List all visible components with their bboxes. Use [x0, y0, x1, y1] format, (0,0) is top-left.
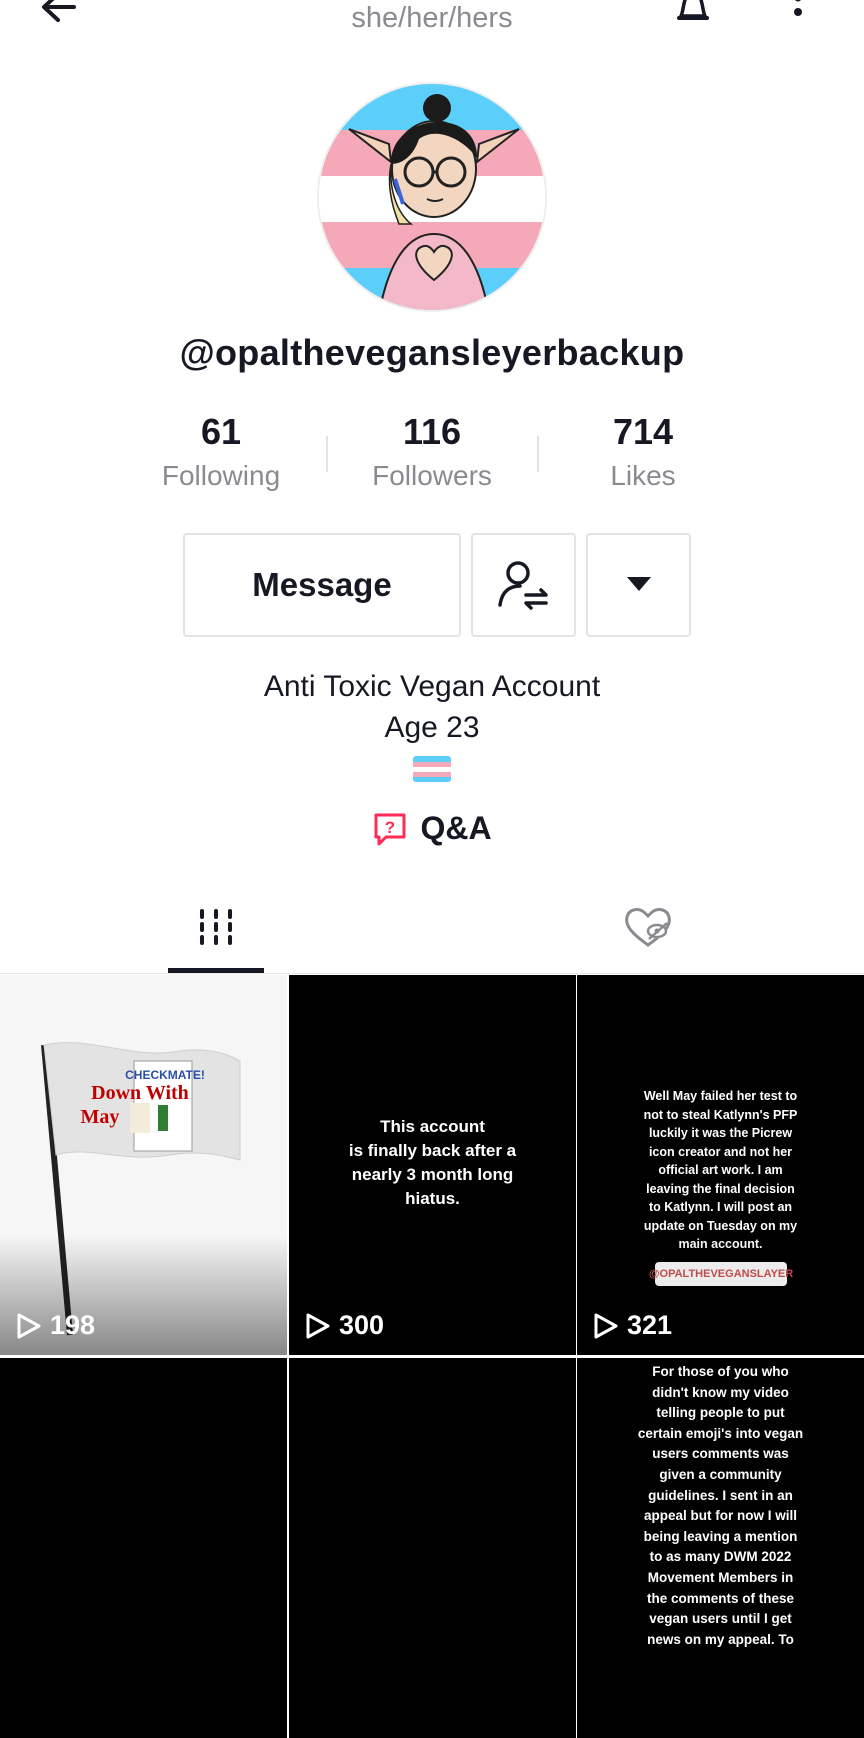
bio-line: Age 23 — [384, 711, 480, 744]
video-thumbnail[interactable]: Well May failed her test to not to steal… — [577, 975, 864, 1355]
flag-word-may: May — [81, 1106, 120, 1128]
username: @opalthevegansleyerbackup — [179, 332, 685, 373]
mention-tag: @OPALTHEVEGANSLAYER — [649, 1262, 793, 1286]
video-caption: For those of you who didn't know my vide… — [637, 1364, 804, 1647]
followers-label: Followers — [372, 460, 492, 491]
following-label: Following — [161, 460, 281, 491]
top-bar: she/her/hers — [0, 0, 864, 50]
flag-word-down-with: Down With — [91, 1082, 189, 1104]
bio-line: Anti Toxic Vegan Account — [263, 670, 601, 703]
stat-followers[interactable]: 116 Followers — [332, 410, 532, 492]
stat-divider — [537, 436, 539, 472]
view-count: 198 — [16, 1310, 95, 1341]
avatar-illustration — [319, 84, 545, 310]
video-thumbnail[interactable] — [289, 1358, 576, 1738]
likes-label: Likes — [610, 460, 676, 491]
view-count-value: 198 — [50, 1310, 96, 1340]
grid-icon — [200, 909, 232, 945]
view-count-value: 300 — [339, 1310, 385, 1340]
following-count: 61 — [200, 411, 242, 452]
qa-label: Q&A — [420, 810, 492, 846]
play-icon — [594, 1313, 618, 1338]
video-thumbnail[interactable] — [0, 1358, 287, 1738]
video-caption: This account is finally back after a nea… — [348, 1117, 517, 1208]
video-caption: Well May failed her test to not to steal… — [643, 1089, 798, 1251]
play-icon — [17, 1313, 41, 1338]
stat-following[interactable]: 61 Following — [121, 410, 321, 492]
video-thumbnail[interactable]: CHECKMATE! Down With May 198 — [0, 975, 287, 1355]
bell-icon[interactable] — [673, 0, 713, 28]
profile-tabs — [0, 880, 864, 974]
active-tab-indicator — [168, 968, 264, 973]
transgender-flag-icon — [413, 756, 451, 782]
pronouns: she/her/hers — [351, 2, 513, 34]
question-bubble-icon: ? — [374, 813, 406, 845]
stat-likes[interactable]: 714 Likes — [543, 410, 743, 492]
video-thumbnail[interactable]: For those of you who didn't know my vide… — [577, 1358, 864, 1738]
followers-count: 116 — [402, 411, 462, 452]
avatar[interactable] — [317, 82, 547, 312]
message-button[interactable]: Message — [183, 533, 461, 637]
hidden-heart-icon — [625, 908, 671, 947]
video-thumbnail[interactable]: This account is finally back after a nea… — [289, 975, 576, 1355]
svg-text:?: ? — [385, 818, 395, 837]
more-actions-button[interactable] — [586, 533, 691, 637]
qa-link[interactable]: ? Q&A — [0, 810, 864, 847]
more-options-icon[interactable] — [786, 0, 810, 28]
user-swap-icon — [497, 561, 548, 610]
play-icon — [306, 1313, 330, 1338]
view-count: 300 — [305, 1310, 384, 1341]
caret-down-icon — [626, 577, 651, 591]
view-count: 321 — [593, 1310, 672, 1341]
tab-liked-hidden[interactable] — [600, 880, 696, 974]
tab-videos[interactable] — [168, 880, 264, 974]
likes-count: 714 — [612, 411, 674, 452]
flag-word-checkmate: CHECKMATE! — [125, 1068, 205, 1082]
stat-divider — [326, 436, 328, 472]
follow-back-button[interactable] — [471, 533, 576, 637]
view-count-value: 321 — [627, 1310, 673, 1340]
